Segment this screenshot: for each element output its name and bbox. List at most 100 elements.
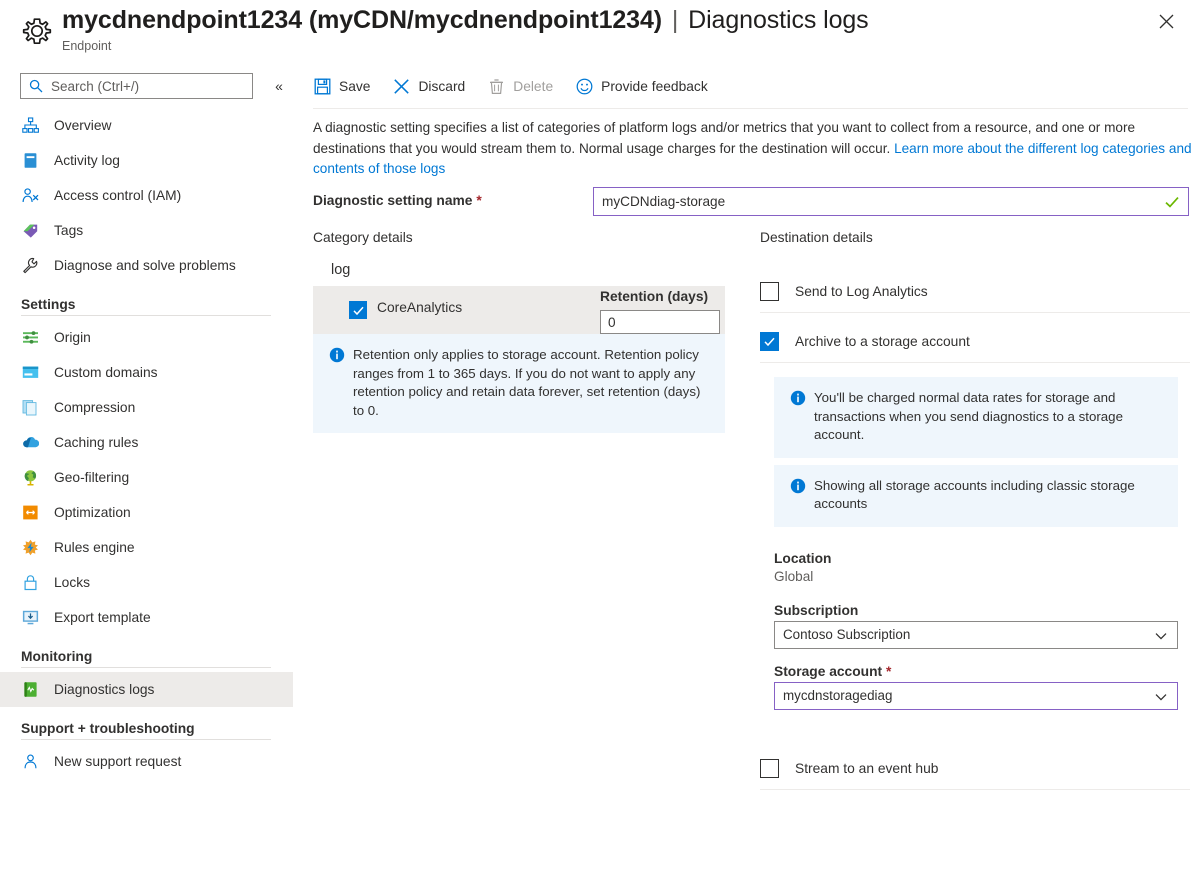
category-details-heading: Category details [313,230,413,245]
close-blade-button[interactable] [1152,9,1180,37]
tags-icon [21,221,40,240]
sidebar-item-rules-engine[interactable]: Rules engine [0,530,293,565]
sidebar-search-row: « [20,73,290,99]
smiley-face-icon [575,77,593,95]
stream-to-event-hub-row[interactable]: Stream to an event hub [760,748,1190,790]
location-value: Global [774,568,814,584]
retention-days-header: Retention (days) [600,289,709,304]
sidebar-item-custom-domains[interactable]: Custom domains [0,355,293,390]
sidebar-item-label: Compression [54,400,136,415]
sidebar-item-label: Activity log [54,153,120,168]
storage-account-selected-value: mycdnstoragediag [783,688,893,703]
chevron-down-icon [1154,690,1168,704]
sidebar-item-label: Diagnose and solve problems [54,258,236,273]
sidebar-group-settings: Settings [21,297,76,312]
archive-to-storage-label: Archive to a storage account [795,334,970,349]
archive-to-storage-checkbox[interactable] [760,332,779,351]
save-button-label: Save [339,78,371,94]
storage-account-select[interactable]: mycdnstoragediag [774,681,1178,710]
save-icon [313,77,331,95]
sidebar-item-label: Geo-filtering [54,470,130,485]
archive-to-storage-row[interactable]: Archive to a storage account [760,321,1190,363]
sidebar-item-label: Optimization [54,505,131,520]
trash-icon [487,77,505,95]
title-page-section: Diagnostics logs [688,6,869,34]
sidebar-item-new-support-request[interactable]: New support request [0,744,293,779]
required-asterisk: * [885,663,892,679]
title-resource-name: mycdnendpoint1234 [62,6,303,34]
title-separator: | [671,6,679,34]
page-subtitle: Endpoint [62,39,112,53]
retention-days-field[interactable] [600,310,720,334]
provide-feedback-button[interactable]: Provide feedback [575,70,717,102]
storage-account-label: Storage account * [774,664,1190,679]
stream-to-event-hub-checkbox[interactable] [760,758,779,778]
lock-icon [21,573,40,592]
retention-days-input[interactable] [601,311,719,333]
storage-charges-info: You'll be charged normal data rates for … [774,377,1178,458]
sidebar-item-label: Locks [54,575,91,590]
send-to-log-analytics-row[interactable]: Send to Log Analytics [760,271,1190,313]
diagnostic-setting-name-input[interactable] [594,188,1139,215]
sidebar-group-support: Support + troubleshooting [21,721,195,736]
geo-filtering-icon [21,468,40,487]
custom-domains-icon [21,363,40,382]
sidebar-item-label: Tags [54,223,84,238]
sidebar-item-access-control[interactable]: Access control (IAM) [0,178,293,213]
diagnostics-logs-icon [21,680,40,699]
location-label: Location [774,550,832,566]
core-analytics-checkbox[interactable] [349,301,367,319]
discard-button[interactable]: Discard [392,70,474,102]
destination-details-heading: Destination details [760,230,873,245]
sidebar-item-compression[interactable]: Compression [0,390,293,425]
feedback-button-label: Provide feedback [601,78,708,94]
close-icon [1159,14,1174,32]
stream-to-event-hub-label: Stream to an event hub [795,760,939,776]
category-details-box: log CoreAnalytics Retention (days) 0 Ret… [313,262,725,433]
subscription-select[interactable]: Contoso Subscription [774,620,1178,649]
export-template-icon [21,608,40,627]
sidebar-item-origin[interactable]: Origin [0,320,293,355]
info-icon [790,478,806,494]
sidebar-item-overview[interactable]: Overview [0,108,293,143]
sidebar-item-export-template[interactable]: Export template [0,600,293,635]
sidebar-item-caching-rules[interactable]: Caching rules [0,425,293,460]
send-to-log-analytics-label: Send to Log Analytics [795,284,928,299]
blade-description: A diagnostic setting specifies a list of… [313,118,1193,180]
sidebar: « Overview [0,70,293,892]
sidebar-item-label: Diagnostics logs [54,682,155,697]
storage-account-block: Storage account * mycdnstoragediag [774,664,1190,710]
title-resource-path: (myCDN/mycdnendpoint1234) [308,6,663,34]
diagnostic-setting-name-field[interactable] [593,187,1189,216]
sidebar-item-label: Export template [54,610,151,625]
wrench-icon [21,256,40,275]
search-input[interactable] [49,77,244,95]
storage-charges-info-text: You'll be charged normal data rates for … [814,390,1123,442]
discard-icon [392,77,410,95]
core-analytics-label: CoreAnalytics [377,300,463,315]
save-button[interactable]: Save [313,70,379,102]
diagnostic-setting-name-label: Diagnostic setting name * [313,193,482,208]
sidebar-item-tags[interactable]: Tags [0,213,293,248]
sidebar-item-diagnostics-logs[interactable]: Diagnostics logs [0,672,293,707]
category-table-row: CoreAnalytics Retention (days) [313,286,725,334]
sidebar-item-activity-log[interactable]: Activity log [0,143,293,178]
info-icon [790,390,806,406]
sidebar-item-optimization[interactable]: Optimization [0,495,293,530]
toolbar-divider [313,108,1188,109]
collapse-sidebar-button[interactable]: « [268,75,290,97]
showing-storage-accounts-info-text: Showing all storage accounts including c… [814,477,1135,512]
sidebar-item-geo-filtering[interactable]: Geo-filtering [0,460,293,495]
search-box[interactable] [20,73,253,99]
sidebar-item-label: Rules engine [54,540,135,555]
rules-engine-icon [21,538,40,557]
compression-icon [21,398,40,417]
send-to-log-analytics-checkbox[interactable] [760,282,779,301]
sidebar-item-locks[interactable]: Locks [0,565,293,600]
sidebar-group-divider [21,739,271,740]
command-toolbar: Save Discard Delete Provide feedback [313,70,730,102]
azure-portal-blade: mycdnendpoint1234 (myCDN/mycdnendpoint12… [0,0,1200,892]
diagnostic-setting-name-row: Diagnostic setting name * [313,187,1193,217]
access-control-icon [21,186,40,205]
sidebar-item-diagnose[interactable]: Diagnose and solve problems [0,248,293,283]
